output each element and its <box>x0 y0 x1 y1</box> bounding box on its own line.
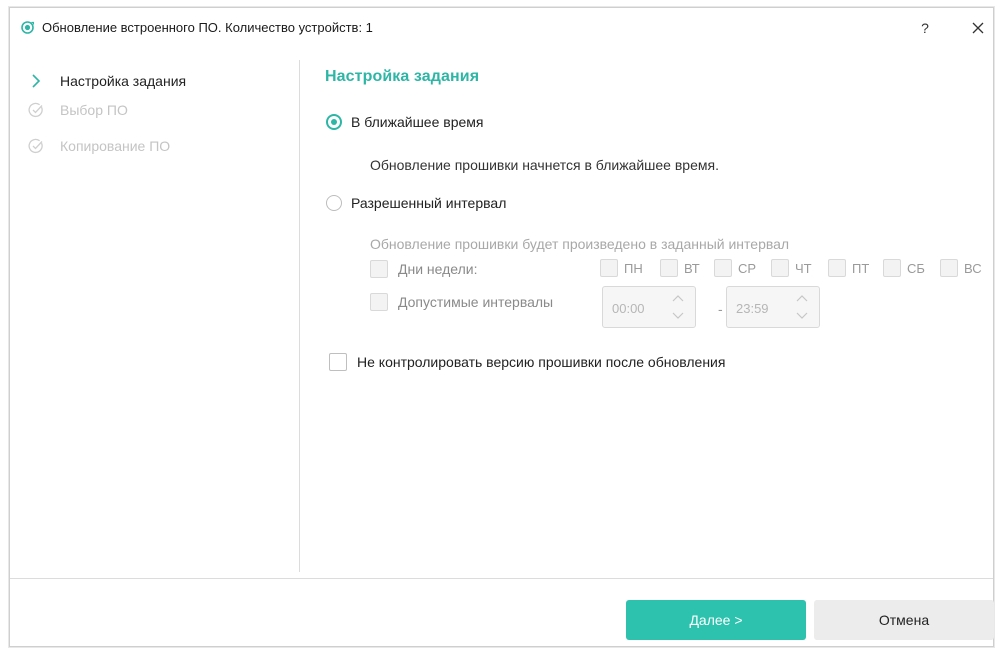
start-time-value: 00:00 <box>612 301 645 316</box>
section-title: Настройка задания <box>325 68 480 85</box>
day-label: ВТ <box>684 260 700 276</box>
close-icon[interactable] <box>967 17 989 39</box>
day-checkbox[interactable] <box>883 259 901 277</box>
day-checkbox[interactable] <box>660 259 678 277</box>
day-label: ПН <box>624 260 643 276</box>
weekdays-checkbox-row: Дни недели: <box>370 260 478 278</box>
chevron-right-icon <box>32 74 41 88</box>
day-checkbox-sun[interactable]: ВС <box>940 259 982 277</box>
intervals-label: Допустимые интервалы <box>398 294 554 310</box>
day-label: СБ <box>907 260 925 276</box>
day-checkbox-sat[interactable]: СБ <box>883 259 925 277</box>
interval-separator: - <box>718 301 723 317</box>
weekdays-checkbox[interactable] <box>370 260 388 278</box>
day-checkbox[interactable] <box>600 259 618 277</box>
update-app-icon <box>21 21 34 34</box>
chevron-up-icon[interactable] <box>671 293 685 303</box>
day-checkbox-tue[interactable]: ВТ <box>660 259 700 277</box>
interval-start-time-input[interactable]: 00:00 <box>602 286 696 328</box>
check-circle-icon <box>28 102 43 118</box>
step-copy-firmware: Копирование ПО <box>28 135 170 157</box>
check-circle-icon <box>28 138 43 154</box>
day-checkbox[interactable] <box>828 259 846 277</box>
task-settings-panel: Настройка задания В ближайшее время Обно… <box>300 48 993 578</box>
cancel-button[interactable]: Отмена <box>814 600 994 640</box>
day-label: ЧТ <box>795 260 812 276</box>
day-checkbox[interactable] <box>714 259 732 277</box>
day-checkbox-wed[interactable]: СР <box>714 259 756 277</box>
radio-asap-label: В ближайшее время <box>351 114 484 130</box>
step-select-firmware: Выбор ПО <box>28 99 128 121</box>
step-label: Выбор ПО <box>60 102 128 118</box>
no-version-check-row[interactable]: Не контролировать версию прошивки после … <box>329 353 725 371</box>
intervals-checkbox-row: Допустимые интервалы <box>370 293 553 311</box>
interval-description: Обновление прошивки будет произведено в … <box>370 236 790 252</box>
step-label: Копирование ПО <box>60 138 171 154</box>
day-checkbox[interactable] <box>940 259 958 277</box>
day-checkbox-fri[interactable]: ПТ <box>828 259 869 277</box>
step-task-settings[interactable]: Настройка задания <box>28 70 186 92</box>
no-version-check-label: Не контролировать версию прошивки после … <box>357 354 726 370</box>
radio-interval-label: Разрешенный интервал <box>351 195 507 211</box>
wizard-steps: Настройка задания Выбор ПО Копирование П… <box>10 60 300 572</box>
day-checkbox-thu[interactable]: ЧТ <box>771 259 812 277</box>
step-label: Настройка задания <box>60 73 187 89</box>
dialog-footer: Далее > Отмена <box>10 578 994 649</box>
dialog-window: Обновление встроенного ПО. Количество ус… <box>9 7 994 647</box>
radio-asap[interactable]: В ближайшее время <box>326 114 484 130</box>
next-button[interactable]: Далее > <box>626 600 806 640</box>
day-label: СР <box>738 260 757 276</box>
radio-button-checked[interactable] <box>326 114 342 130</box>
interval-end-time-input[interactable]: 23:59 <box>726 286 820 328</box>
no-version-check-checkbox[interactable] <box>329 353 347 371</box>
window-title: Обновление встроенного ПО. Количество ус… <box>42 20 373 35</box>
day-label: ПТ <box>852 260 870 276</box>
intervals-checkbox[interactable] <box>370 293 388 311</box>
day-label: ВС <box>964 260 982 276</box>
day-checkbox[interactable] <box>771 259 789 277</box>
weekdays-label: Дни недели: <box>398 261 478 277</box>
radio-button[interactable] <box>326 195 342 211</box>
chevron-down-icon[interactable] <box>671 311 685 321</box>
chevron-down-icon[interactable] <box>795 311 809 321</box>
chevron-up-icon[interactable] <box>795 293 809 303</box>
end-time-value: 23:59 <box>736 301 769 316</box>
asap-description: Обновление прошивки начнется в ближайшее… <box>370 157 719 173</box>
help-button[interactable]: ? <box>915 17 935 39</box>
title-bar: Обновление встроенного ПО. Количество ус… <box>10 8 993 48</box>
day-checkbox-mon[interactable]: ПН <box>600 259 643 277</box>
radio-interval[interactable]: Разрешенный интервал <box>326 195 506 211</box>
